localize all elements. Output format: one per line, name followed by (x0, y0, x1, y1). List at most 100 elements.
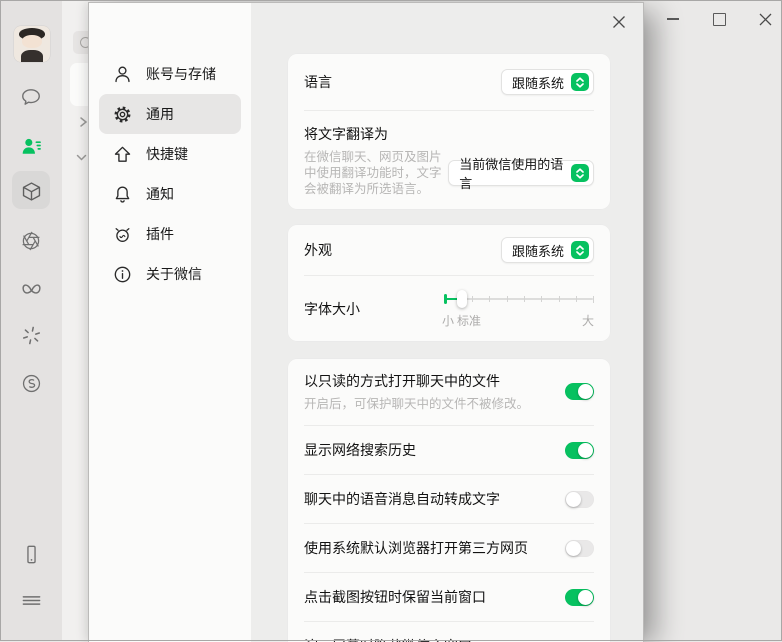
font-size-current-label: 标准 (457, 314, 482, 328)
language-label: 语言 (304, 74, 332, 90)
toggle-label: 聊天中的语音消息自动转成文字 (304, 491, 500, 507)
window-controls (662, 6, 776, 32)
toggle-row-voice-to-text: 聊天中的语音消息自动转成文字 (288, 475, 610, 523)
slider-tick (558, 296, 560, 302)
maximize-button[interactable] (708, 8, 730, 30)
appearance-row: 外观 跟随系统 (288, 225, 610, 275)
settings-dialog: 账号与存储 通用 快捷键 通知 插件 关于微信 语言 跟随系统 将文字翻译为 在… (88, 2, 644, 642)
toggle-label: 演示屏幕时隐藏微信主窗口 (304, 636, 472, 642)
phone-icon[interactable] (19, 542, 43, 566)
shortcut-icon (112, 144, 133, 165)
chat-icon[interactable] (19, 85, 43, 109)
settings-content: 语言 跟随系统 将文字翻译为 在微信聊天、网页及图片中使用翻译功能时，文字会被翻… (251, 3, 643, 642)
minimize-icon (667, 18, 679, 20)
language-row: 语言 跟随系统 (288, 54, 610, 110)
voice-to-text-toggle[interactable] (565, 490, 594, 508)
toggle-knob (578, 589, 593, 605)
nav-item-general[interactable]: 通用 (99, 94, 241, 134)
nav-item-about[interactable]: 关于微信 (99, 254, 241, 294)
font-size-label: 字体大小 (304, 300, 360, 317)
nav-item-label: 通用 (146, 106, 174, 122)
channels-icon[interactable] (19, 278, 43, 302)
slider-tick (523, 296, 525, 302)
minimize-button[interactable] (662, 8, 684, 30)
toggle-knob (578, 442, 593, 458)
nav-item-notifications[interactable]: 通知 (99, 174, 241, 214)
toggle-row-hide-when-presenting: 演示屏幕时隐藏微信主窗口 (288, 622, 610, 642)
appearance-select[interactable]: 跟随系统 (500, 237, 594, 263)
sidebar (0, 0, 62, 641)
user-icon (112, 64, 133, 85)
translate-label: 将文字翻译为 (304, 126, 388, 142)
appearance-card: 外观 跟随系统 字体大小 小 标准 大 (288, 225, 610, 341)
avatar-face (22, 35, 42, 48)
readonly-files-toggle[interactable] (565, 383, 594, 400)
settings-nav: 账号与存储 通用 快捷键 通知 插件 关于微信 (89, 3, 251, 642)
language-card: 语言 跟随系统 将文字翻译为 在微信聊天、网页及图片中使用翻译功能时，文字会被翻… (288, 54, 610, 209)
sparkle-icon[interactable] (19, 323, 43, 347)
nav-item-label: 插件 (146, 226, 174, 242)
toggle-knob (578, 384, 593, 399)
font-size-slider[interactable]: 小 标准 大 (442, 290, 594, 328)
nav-item-account-storage[interactable]: 账号与存储 (99, 54, 241, 94)
translate-select[interactable]: 当前微信使用的语言 (448, 157, 594, 191)
info-icon (112, 264, 133, 285)
toggle-label: 点击截图按钮时保留当前窗口 (304, 589, 486, 605)
slider-tick (489, 296, 491, 302)
toggle-row-keep-window-screenshot: 点击截图按钮时保留当前窗口 (288, 573, 610, 621)
toggle-knob (566, 491, 581, 507)
slider-tick (576, 296, 578, 302)
font-size-min-label: 小 (442, 314, 455, 328)
font-size-row: 字体大小 小 标准 大 (288, 276, 610, 341)
nav-item-plugins[interactable]: 插件 (99, 214, 241, 254)
translate-select-value: 当前微信使用的语言 (459, 157, 564, 191)
chevron-down-icon[interactable] (74, 150, 89, 170)
nav-item-label: 账号与存储 (146, 66, 216, 82)
slider-tick (471, 296, 473, 302)
toggle-knob (566, 540, 581, 556)
search-history-toggle[interactable] (565, 441, 594, 459)
toggle-label: 使用系统默认浏览器打开第三方网页 (304, 540, 528, 556)
appearance-label: 外观 (304, 242, 332, 258)
translate-row: 将文字翻译为 在微信聊天、网页及图片中使用翻译功能时，文字会被翻译为所选语言。 … (288, 111, 610, 209)
nav-item-shortcuts[interactable]: 快捷键 (99, 134, 241, 174)
slider-handle[interactable] (457, 290, 467, 308)
toggle-row-search-history: 显示网络搜索历史 (288, 426, 610, 474)
keep-window-screenshot-toggle[interactable] (565, 588, 594, 606)
favorites-icon[interactable] (19, 179, 43, 203)
stepper-icon (571, 164, 589, 182)
dialog-close-button[interactable] (608, 11, 630, 33)
nav-item-label: 关于微信 (146, 266, 202, 282)
avatar-body (21, 50, 43, 62)
toggle-row-readonly-files: 以只读的方式打开聊天中的文件 开启后，可保护聊天中的文件不被修改。 (288, 359, 610, 425)
slider-tick (506, 296, 508, 302)
toggle-label: 以只读的方式打开聊天中的文件 (304, 373, 500, 389)
slider-track[interactable] (445, 298, 593, 300)
language-select[interactable]: 跟随系统 (500, 69, 594, 95)
contacts-icon[interactable] (19, 134, 43, 158)
maximize-icon (712, 12, 726, 26)
plugin-icon (112, 224, 133, 245)
language-select-value: 跟随系统 (511, 75, 564, 91)
font-size-max-label: 大 (581, 314, 594, 328)
toggles-card: 以只读的方式打开聊天中的文件 开启后，可保护聊天中的文件不被修改。 显示网络搜索… (288, 359, 610, 642)
stepper-icon (571, 73, 589, 91)
toggle-description: 开启后，可保护聊天中的文件不被修改。 (304, 397, 530, 411)
nav-item-label: 快捷键 (146, 146, 188, 162)
appearance-select-value: 跟随系统 (511, 243, 564, 259)
slider-tick (541, 296, 543, 302)
default-browser-toggle[interactable] (565, 539, 594, 557)
nav-item-label: 通知 (146, 186, 174, 202)
mini-programs-icon[interactable] (19, 371, 43, 395)
stepper-icon (571, 241, 589, 259)
user-avatar[interactable] (14, 26, 50, 62)
menu-icon[interactable] (19, 588, 43, 612)
close-icon (613, 16, 625, 28)
close-window-button[interactable] (754, 8, 776, 30)
moments-icon[interactable] (19, 229, 43, 253)
close-icon (759, 13, 771, 25)
slider-tick (592, 295, 594, 303)
bell-icon (112, 184, 133, 205)
gear-icon (112, 104, 133, 125)
translate-description: 在微信聊天、网页及图片中使用翻译功能时，文字会被翻译为所选语言。 (304, 150, 442, 196)
